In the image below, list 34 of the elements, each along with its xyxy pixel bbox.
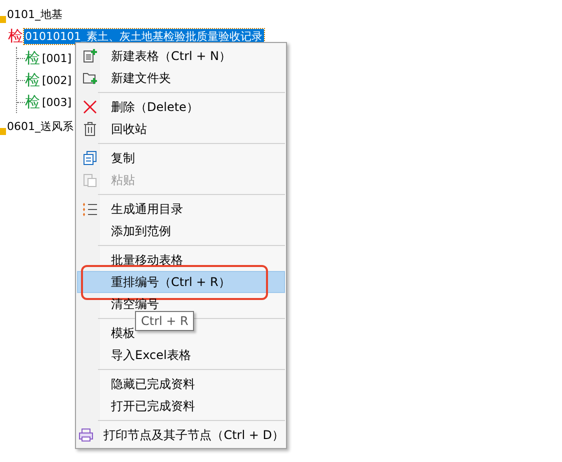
menu-item[interactable]: 新建表格（Ctrl + N） [77,45,285,67]
menu-item[interactable]: 删除（Delete） [77,96,285,118]
tree-item[interactable]: 0101_地基 [6,6,64,22]
menu-item[interactable]: 批量移动表格 [77,249,285,271]
trash-icon [82,121,98,137]
list-icon [82,201,98,217]
tree-item[interactable]: [002] [41,74,73,86]
menu-item[interactable]: 生成通用目录 [77,198,285,220]
status-character: 检 [25,48,40,68]
status-character: 检 [25,70,40,90]
menu-item[interactable]: 回收站 [77,118,285,140]
folder-icon [0,128,6,134]
copy-icon [82,150,98,166]
menu-item[interactable]: 复制 [77,147,285,169]
menu-item[interactable]: 重排编号（Ctrl + R） [77,271,285,293]
tooltip: Ctrl + R [135,311,194,331]
printer-icon [78,427,94,443]
tree-item[interactable]: [001] [41,52,73,64]
paste-icon [82,172,98,188]
status-character: 检 [8,26,23,46]
tree-item[interactable]: [003] [41,96,73,108]
menu-item[interactable]: 打印节点及其子节点（Ctrl + D） [77,424,285,446]
menu-item[interactable]: 添加到范例 [77,220,285,242]
folder-plus-icon [82,70,98,86]
menu-item[interactable]: 导入Excel表格 [77,344,285,366]
tree-item[interactable]: 0601_送风系 [6,118,74,134]
document-plus-icon [82,48,98,64]
menu-item[interactable]: 隐藏已完成资料 [77,373,285,395]
menu-item[interactable]: 新建文件夹 [77,67,285,89]
menu-item[interactable]: 打开已完成资料 [77,395,285,417]
cross-icon [82,99,98,115]
tree-item[interactable]: 01010101_素土、灰土地基检验批质量验收记录 [24,28,264,44]
status-character: 检 [25,92,40,112]
folder-icon [0,16,6,22]
